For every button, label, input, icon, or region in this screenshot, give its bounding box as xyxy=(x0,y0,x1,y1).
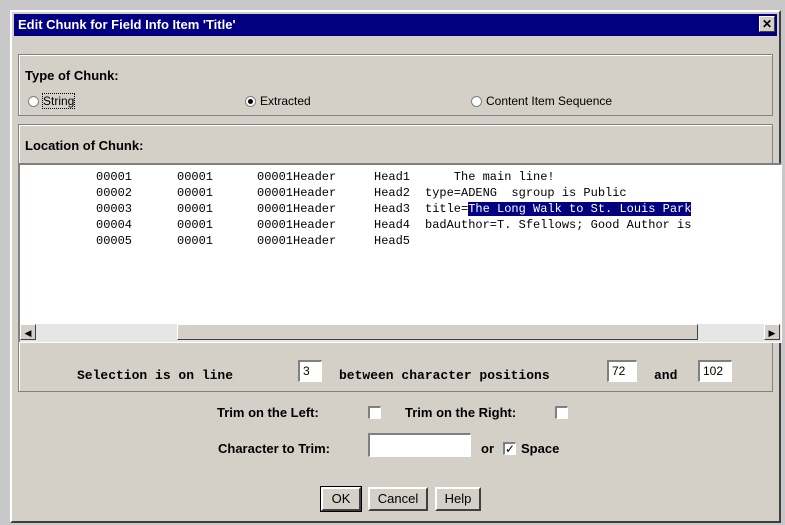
row-col-b: 00001 xyxy=(177,218,214,232)
radio-string[interactable]: String xyxy=(28,93,76,109)
row-text-prefix: title= xyxy=(425,202,469,216)
arrow-left-icon: ◀ xyxy=(24,328,32,338)
scroll-right-button[interactable]: ▶ xyxy=(764,324,780,340)
type-of-chunk-header: Type of Chunk: xyxy=(25,68,119,83)
row-col-a: 00002 xyxy=(96,186,133,200)
radio-content-item-sequence-indicator xyxy=(471,95,482,107)
title-bar[interactable]: Edit Chunk for Field Info Item 'Title' ✕ xyxy=(14,14,777,36)
trim-left-label: Trim on the Left: xyxy=(217,405,319,420)
horizontal-scrollbar[interactable]: ◀ ▶ xyxy=(20,324,781,342)
row-col-d: Head4 xyxy=(374,218,411,232)
ok-button[interactable]: OK xyxy=(320,486,362,512)
trim-left-checkbox[interactable] xyxy=(368,406,381,419)
cancel-button[interactable]: Cancel xyxy=(368,487,428,511)
list-row-3[interactable]: 00003 00001 00001Header Head3 title=The … xyxy=(20,201,692,217)
row-col-b: 00001 xyxy=(177,170,214,184)
row-col-c: 00001Header xyxy=(257,186,337,200)
row-col-d: Head1 xyxy=(374,170,411,184)
end-position-field[interactable]: 102 xyxy=(698,360,732,382)
row-text: The main line! xyxy=(425,170,555,184)
trim-right-checkbox[interactable] xyxy=(555,406,568,419)
selection-line-label: Selection is on line xyxy=(77,368,234,383)
radio-extracted-label: Extracted xyxy=(260,94,311,108)
chunk-location-list[interactable]: 00001 00001 00001Header Head1 The main l… xyxy=(18,163,782,343)
start-position-field[interactable]: 72 xyxy=(607,360,637,382)
close-button[interactable]: ✕ xyxy=(759,16,775,32)
space-label: Space xyxy=(521,441,560,456)
radio-content-item-sequence-label: Content Item Sequence xyxy=(486,94,613,108)
row-col-d: Head3 xyxy=(374,202,411,216)
radio-extracted[interactable]: Extracted xyxy=(245,94,311,108)
selected-text[interactable]: The Long Walk to St. Louis Park xyxy=(468,202,692,216)
row-col-b: 00001 xyxy=(177,202,214,216)
row-col-a: 00001 xyxy=(96,170,133,184)
trim-right-label: Trim on the Right: xyxy=(405,405,517,420)
character-positions-label: between character positions xyxy=(339,368,550,383)
line-number-field[interactable]: 3 xyxy=(298,360,322,382)
close-icon: ✕ xyxy=(761,17,773,31)
or-label: or xyxy=(481,441,494,456)
radio-string-label: String xyxy=(41,93,76,109)
arrow-right-icon: ▶ xyxy=(768,328,776,338)
row-col-b: 00001 xyxy=(177,234,214,248)
type-of-chunk-group xyxy=(18,54,773,116)
row-col-d: Head5 xyxy=(374,234,411,248)
list-row-4[interactable]: 00004 00001 00001Header Head4 badAuthor=… xyxy=(20,217,691,233)
row-col-b: 00001 xyxy=(177,186,214,200)
space-checkbox[interactable]: ✓ xyxy=(503,442,516,455)
dialog-title: Edit Chunk for Field Info Item 'Title' xyxy=(18,17,236,32)
list-row-1[interactable]: 00001 00001 00001Header Head1 The main l… xyxy=(20,169,555,185)
list-row-5[interactable]: 00005 00001 00001Header Head5 xyxy=(20,233,410,249)
row-text: badAuthor=T. Sfellows; Good Author is xyxy=(425,218,692,232)
scroll-thumb[interactable] xyxy=(177,324,698,340)
radio-content-item-sequence[interactable]: Content Item Sequence xyxy=(471,94,612,108)
help-button[interactable]: Help xyxy=(435,487,481,511)
list-row-2[interactable]: 00002 00001 00001Header Head2 type=ADENG… xyxy=(20,185,627,201)
row-col-a: 00004 xyxy=(96,218,133,232)
row-col-a: 00005 xyxy=(96,234,133,248)
scroll-left-button[interactable]: ◀ xyxy=(20,324,36,340)
character-to-trim-label: Character to Trim: xyxy=(218,441,330,456)
character-to-trim-field[interactable] xyxy=(368,433,471,457)
and-label: and xyxy=(654,368,678,383)
row-col-c: 00001Header xyxy=(257,170,337,184)
radio-extracted-indicator xyxy=(245,95,256,107)
row-col-d: Head2 xyxy=(374,186,411,200)
row-col-c: 00001Header xyxy=(257,234,337,248)
row-text: type=ADENG sgroup is Public xyxy=(425,186,627,200)
checkmark-icon: ✓ xyxy=(505,442,516,456)
row-col-a: 00003 xyxy=(96,202,133,216)
location-of-chunk-header: Location of Chunk: xyxy=(25,138,144,153)
row-col-c: 00001Header xyxy=(257,218,337,232)
row-col-c: 00001Header xyxy=(257,202,337,216)
radio-string-indicator xyxy=(28,95,39,107)
